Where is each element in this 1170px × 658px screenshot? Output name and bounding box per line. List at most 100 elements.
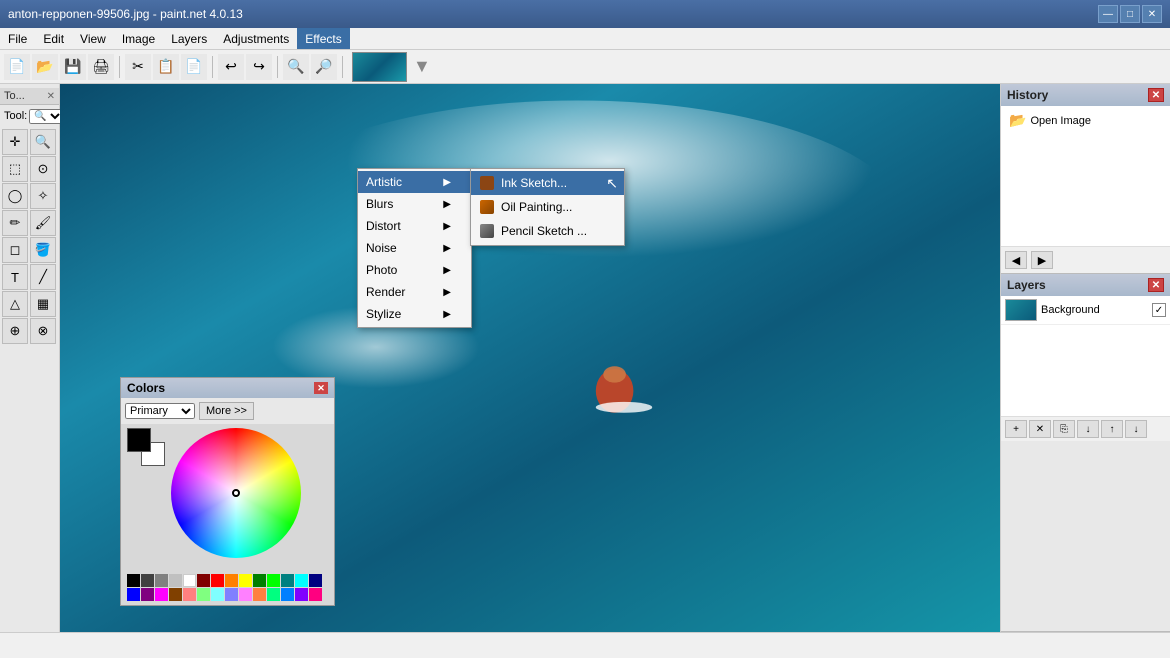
palette-swatch[interactable]: [253, 574, 266, 587]
history-close-btn[interactable]: ✕: [1148, 88, 1164, 102]
move-layer-down-btn[interactable]: ↓: [1125, 420, 1147, 438]
palette-swatch[interactable]: [127, 574, 140, 587]
zoom-out-button[interactable]: 🔎: [311, 54, 337, 80]
menu-item-render[interactable]: Render ▶: [358, 281, 471, 303]
tool-move[interactable]: ✛: [2, 129, 28, 155]
cut-button[interactable]: ✂: [125, 54, 151, 80]
palette-swatch[interactable]: [197, 588, 210, 601]
color-wheel-container[interactable]: [171, 428, 311, 568]
tool-grid: ✛ 🔍 ⬚ ⊙ ◯ ✧ ✏ 🖌 ◻ 🪣 T ╱ △ ▦ ⊕ ⊗: [0, 127, 59, 346]
menu-adjustments[interactable]: Adjustments: [215, 28, 297, 49]
open-button[interactable]: 📂: [32, 54, 58, 80]
redo-button[interactable]: ↪: [246, 54, 272, 80]
menu-file[interactable]: File: [0, 28, 35, 49]
tool-eyedropper[interactable]: ⊕: [2, 318, 28, 344]
merge-layer-btn[interactable]: ↓: [1077, 420, 1099, 438]
submenu-ink-sketch[interactable]: Ink Sketch... ↖: [471, 171, 624, 195]
tool-eraser[interactable]: ◻: [2, 237, 28, 263]
palette-swatch[interactable]: [169, 574, 182, 587]
menu-item-stylize[interactable]: Stylize ▶: [358, 303, 471, 325]
palette-swatch[interactable]: [211, 588, 224, 601]
menu-item-noise[interactable]: Noise ▶: [358, 237, 471, 259]
layers-close-btn[interactable]: ✕: [1148, 278, 1164, 292]
palette-swatch[interactable]: [155, 588, 168, 601]
minimize-button[interactable]: —: [1098, 5, 1118, 23]
duplicate-layer-btn[interactable]: ⎘: [1053, 420, 1075, 438]
menu-item-blurs[interactable]: Blurs ▶: [358, 193, 471, 215]
move-layer-up-btn[interactable]: ↑: [1101, 420, 1123, 438]
tool-magic-wand[interactable]: ✧: [30, 183, 56, 209]
delete-layer-btn[interactable]: ✕: [1029, 420, 1051, 438]
palette-swatch[interactable]: [155, 574, 168, 587]
colors-mode-select[interactable]: Primary Secondary: [125, 403, 195, 419]
palette-swatch[interactable]: [183, 574, 196, 587]
palette-swatch[interactable]: [239, 574, 252, 587]
tool-text[interactable]: T: [2, 264, 28, 290]
palette-swatch[interactable]: [225, 588, 238, 601]
canvas-area[interactable]: Artistic ▶ Blurs ▶ Distort ▶ Noise ▶ Pho…: [60, 84, 1000, 632]
tool-shapes[interactable]: △: [2, 291, 28, 317]
history-undo-btn[interactable]: ◀: [1005, 251, 1027, 269]
menu-effects[interactable]: Effects: [297, 28, 349, 49]
tool-brush[interactable]: 🖌: [30, 210, 56, 236]
paste-button[interactable]: 📄: [181, 54, 207, 80]
palette-swatch[interactable]: [169, 588, 182, 601]
palette-swatch[interactable]: [281, 574, 294, 587]
maximize-button[interactable]: □: [1120, 5, 1140, 23]
new-button[interactable]: 📄: [4, 54, 30, 80]
palette-swatch[interactable]: [309, 588, 322, 601]
tool-select-ellipse[interactable]: ◯: [2, 183, 28, 209]
tool-fill[interactable]: 🪣: [30, 237, 56, 263]
palette-swatch[interactable]: [295, 588, 308, 601]
palette-swatch[interactable]: [225, 574, 238, 587]
colors-close-btn[interactable]: ✕: [314, 382, 328, 394]
color-wheel[interactable]: [171, 428, 301, 558]
layer-item[interactable]: Background ✓: [1001, 296, 1170, 325]
tool-clone[interactable]: ⊗: [30, 318, 56, 344]
palette-swatch[interactable]: [309, 574, 322, 587]
palette-swatch[interactable]: [197, 574, 210, 587]
colors-more-btn[interactable]: More >>: [199, 402, 254, 420]
submenu-oil-painting[interactable]: Oil Painting...: [471, 195, 624, 219]
palette-swatch[interactable]: [253, 588, 266, 601]
palette-swatch[interactable]: [295, 574, 308, 587]
tool-select-lasso[interactable]: ⊙: [30, 156, 56, 182]
print-button[interactable]: 🖨: [88, 54, 114, 80]
tool-panel-close[interactable]: ✕: [47, 91, 55, 102]
palette-swatch[interactable]: [267, 588, 280, 601]
copy-button[interactable]: 📋: [153, 54, 179, 80]
add-layer-btn[interactable]: +: [1005, 420, 1027, 438]
foreground-swatch[interactable]: [127, 428, 151, 452]
menu-layers[interactable]: Layers: [163, 28, 215, 49]
menu-edit[interactable]: Edit: [35, 28, 72, 49]
undo-button[interactable]: ↩: [218, 54, 244, 80]
thumbnail-dropdown[interactable]: ▼: [413, 56, 431, 77]
palette-swatch[interactable]: [211, 574, 224, 587]
zoom-in-button[interactable]: 🔍: [283, 54, 309, 80]
palette-swatch[interactable]: [141, 574, 154, 587]
palette-swatch[interactable]: [239, 588, 252, 601]
menu-item-artistic[interactable]: Artistic ▶: [358, 171, 471, 193]
palette-swatch[interactable]: [183, 588, 196, 601]
tool-line[interactable]: ╱: [30, 264, 56, 290]
palette-swatch[interactable]: [141, 588, 154, 601]
menu-view[interactable]: View: [72, 28, 114, 49]
close-button[interactable]: ✕: [1142, 5, 1162, 23]
menu-item-distort[interactable]: Distort ▶: [358, 215, 471, 237]
palette-swatch[interactable]: [267, 574, 280, 587]
menu-item-photo[interactable]: Photo ▶: [358, 259, 471, 281]
palette-swatch[interactable]: [281, 588, 294, 601]
palette-swatch[interactable]: [127, 588, 140, 601]
layer-thumbnail: [1005, 299, 1037, 321]
tool-select-rect[interactable]: ⬚: [2, 156, 28, 182]
tool-select[interactable]: 🔍: [29, 109, 64, 124]
tool-gradient[interactable]: ▦: [30, 291, 56, 317]
layer-visibility-check[interactable]: ✓: [1152, 303, 1166, 317]
tool-pencil[interactable]: ✏: [2, 210, 28, 236]
save-button[interactable]: 💾: [60, 54, 86, 80]
menu-image[interactable]: Image: [114, 28, 163, 49]
submenu-pencil-sketch[interactable]: Pencil Sketch ...: [471, 219, 624, 243]
tool-zoom[interactable]: 🔍: [30, 129, 56, 155]
history-item[interactable]: 📂 Open Image: [1005, 110, 1166, 131]
history-redo-btn[interactable]: ▶: [1031, 251, 1053, 269]
